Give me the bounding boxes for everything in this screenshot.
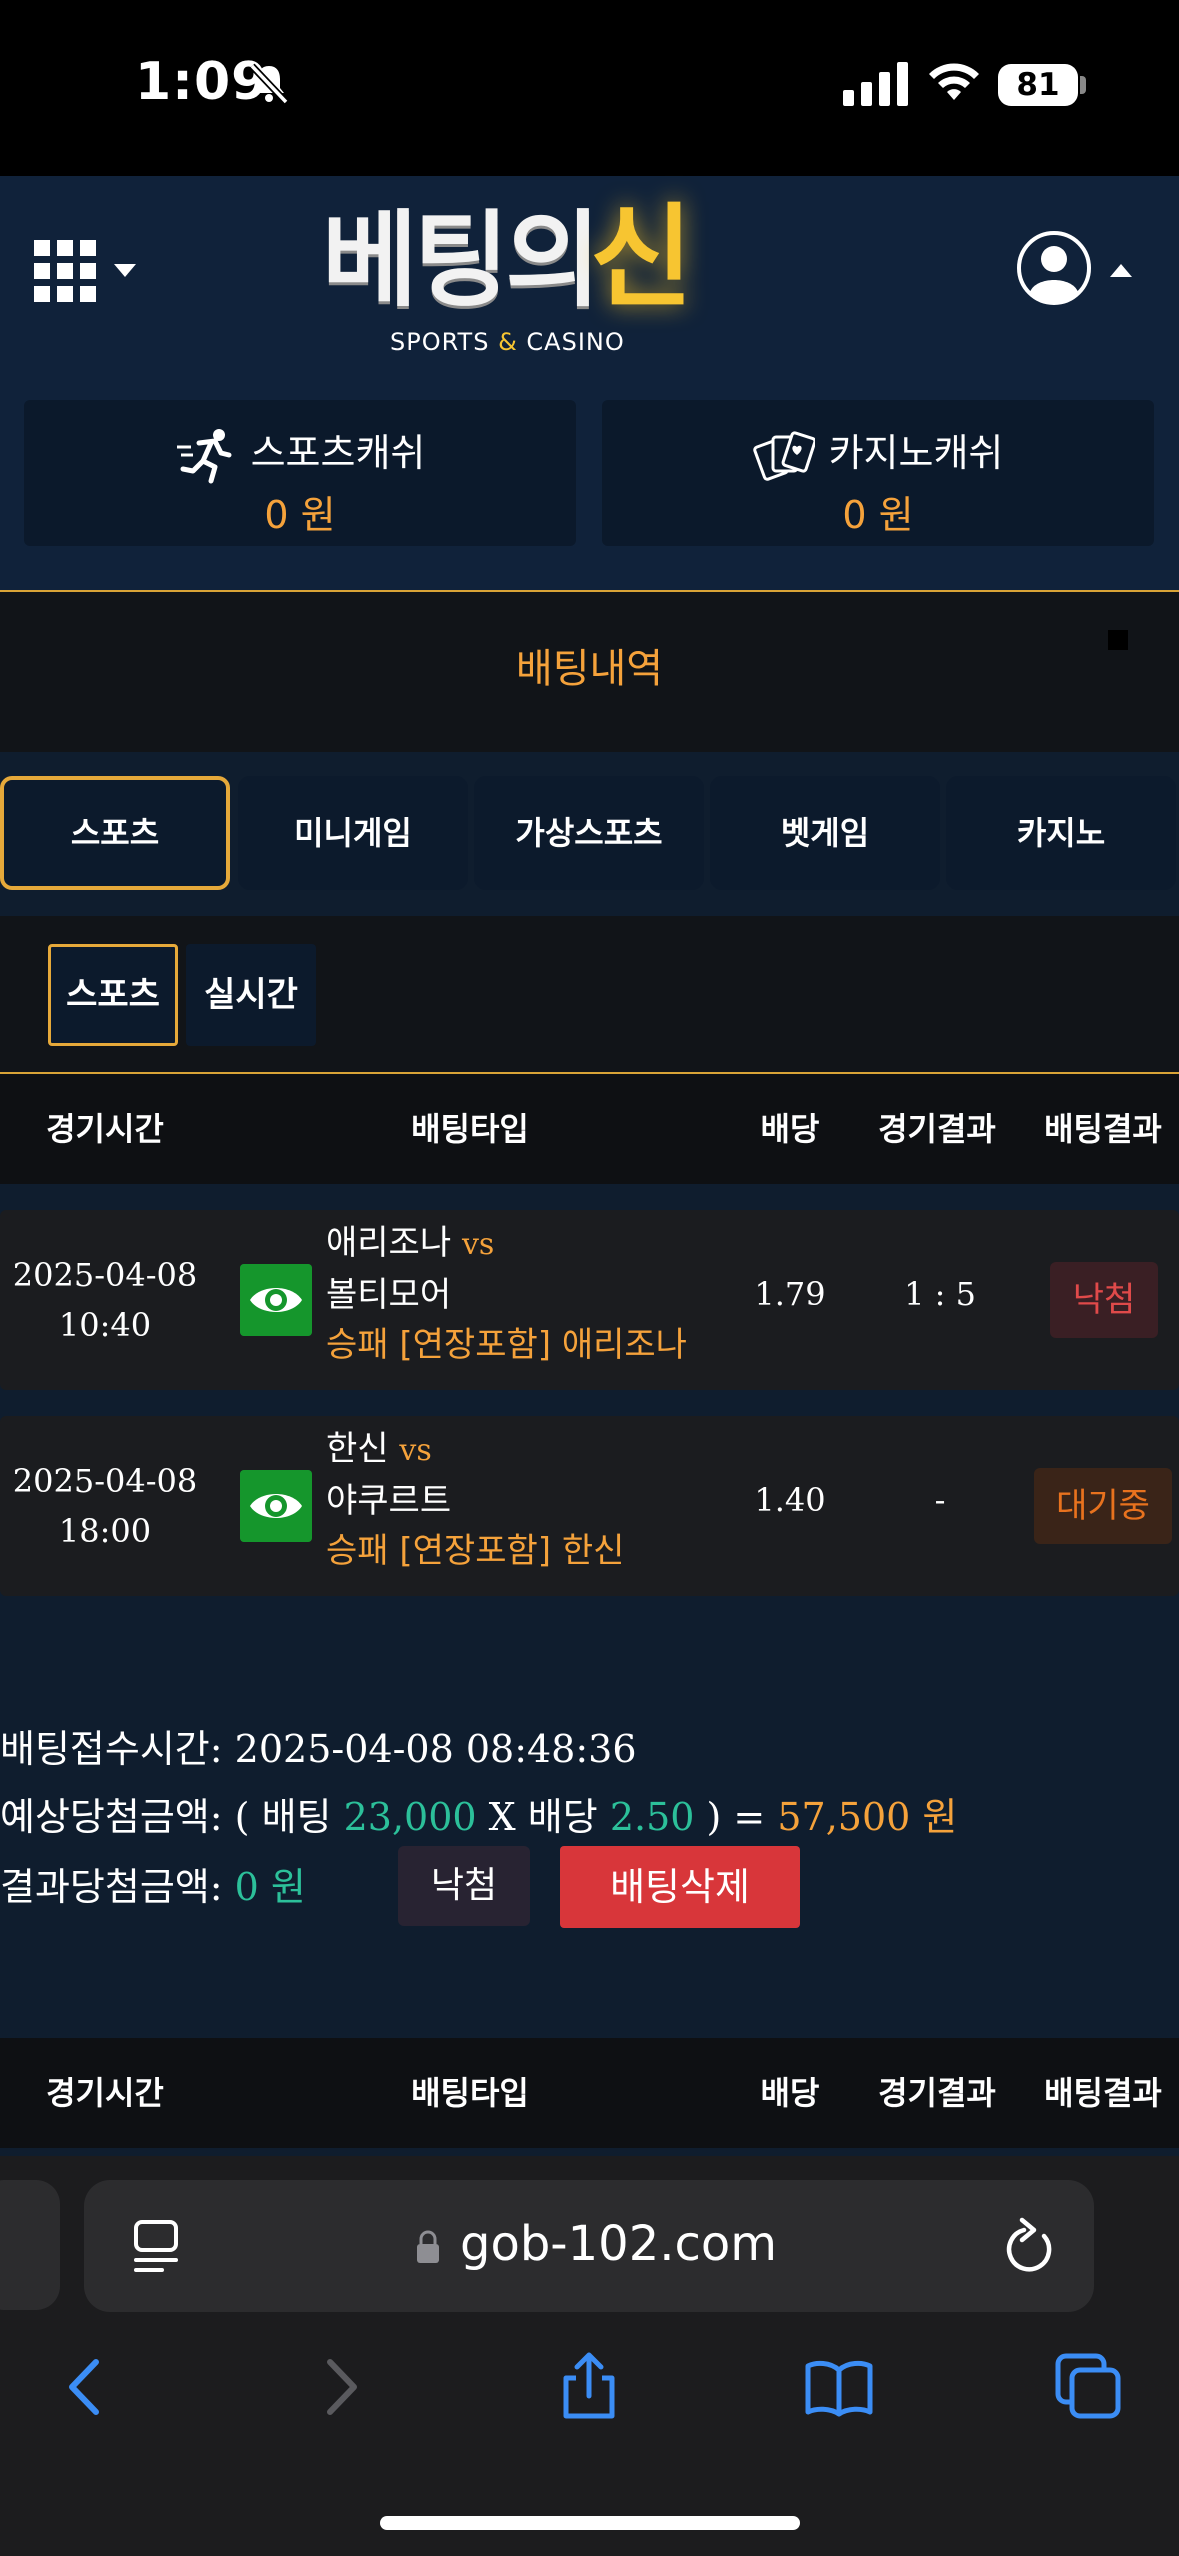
site-logo-accent[interactable]: 신 (590, 202, 693, 314)
odds-value: 1.79 (754, 1275, 826, 1313)
delete-bet-button[interactable]: 배팅삭제 (560, 1846, 800, 1928)
sports-cash-card[interactable]: 스포츠캐쉬 0 원 (24, 400, 576, 546)
battery-tip (1080, 76, 1086, 94)
battery-icon: 81 (998, 64, 1078, 106)
expected-open: ( 배팅 (234, 1795, 332, 1839)
table-header: 경기시간 배팅타입 배당 경기결과 배팅결과 (0, 2038, 1179, 2148)
table-header: 경기시간 배팅타입 배당 경기결과 배팅결과 (0, 1072, 1179, 1184)
table-row: 2025-04-08 10:40 애리조나 vs 볼티모어 승패 [연장포함] … (0, 1210, 1179, 1390)
lock-icon (417, 2230, 439, 2263)
bet-received-time: 배팅접수시간: 2025-04-08 08:48:36 (0, 1718, 637, 1773)
casino-cash-label: 카지노캐쉬 (828, 431, 1004, 475)
match-score: - (934, 1481, 946, 1519)
bet-type: 승패 [연장포함] 애리조나 (326, 1325, 687, 1365)
away-team: 볼티모어 (326, 1275, 452, 1315)
x-odds-label: X 배당 (488, 1795, 598, 1839)
received-value: 2025-04-08 08:48:36 (234, 1727, 637, 1771)
vs-label: vs (399, 1433, 432, 1468)
home-team: 애리조나 (326, 1223, 452, 1263)
col-bet-type: 배팅타입 (411, 2074, 529, 2112)
logo-subtitle: SPORTS & CASINO (390, 328, 625, 356)
col-bet-result: 배팅결과 (1044, 1110, 1162, 1148)
col-match-time: 경기시간 (46, 2074, 164, 2112)
match-date: 2025-04-08 (12, 1462, 198, 1500)
tabs-icon[interactable] (1054, 2352, 1124, 2422)
eye-icon[interactable] (240, 1470, 312, 1542)
reload-icon[interactable] (1000, 2216, 1058, 2276)
match-teams: 한신 vs 야쿠르트 승패 [연장포함] 한신 (326, 1424, 624, 1576)
col-match-result: 경기결과 (878, 2074, 996, 2112)
tab-minigame[interactable]: 미니게임 (238, 776, 468, 890)
reader-mode-icon[interactable] (132, 2218, 184, 2274)
match-time: 18:00 (58, 1512, 152, 1550)
match-score: 1 : 5 (904, 1275, 976, 1313)
logo-sub-casino: CASINO (526, 328, 625, 356)
received-label: 배팅접수시간: (0, 1727, 223, 1771)
match-date: 2025-04-08 (12, 1256, 198, 1294)
sports-cash-amount: 0 원 (264, 493, 336, 537)
match-time: 10:40 (58, 1306, 152, 1344)
home-indicator[interactable] (380, 2516, 800, 2530)
logo-sub-amp: & (498, 328, 518, 356)
casino-cash-card[interactable]: 카지노캐쉬 0 원 (602, 400, 1154, 546)
corner-marker (1108, 630, 1128, 650)
col-bet-type: 배팅타입 (411, 1110, 529, 1148)
previous-tab-preview[interactable] (0, 2180, 60, 2310)
status-badge: 낙첨 (1050, 1262, 1158, 1338)
col-bet-result: 배팅결과 (1044, 2074, 1162, 2112)
col-odds: 배당 (760, 2074, 820, 2112)
subtab-sports[interactable]: 스포츠 (48, 944, 178, 1046)
bet-type: 승패 [연장포함] 한신 (326, 1531, 625, 1571)
match-teams: 애리조나 vs 볼티모어 승패 [연장포함] 애리조나 (326, 1218, 687, 1370)
expected-payout: 57,500 원 (777, 1795, 958, 1839)
vs-label: vs (461, 1227, 495, 1262)
bell-muted-icon (249, 63, 289, 105)
forward-icon[interactable] (304, 2352, 374, 2422)
casino-cash-amount: 0 원 (842, 493, 914, 537)
result-payout-line: 결과당첨금액: 0 원 (0, 1856, 306, 1911)
logo-sub-sports: SPORTS (390, 328, 490, 356)
col-match-time: 경기시간 (46, 1110, 164, 1148)
col-odds: 배당 (760, 1110, 820, 1148)
away-team: 야쿠르트 (326, 1481, 452, 1521)
user-avatar-icon[interactable] (1016, 230, 1092, 306)
result-value: 0 원 (234, 1865, 306, 1909)
tab-virtual-sports[interactable]: 가상스포츠 (474, 776, 704, 890)
playing-cards-icon (752, 430, 815, 481)
result-status-button[interactable]: 낙첨 (398, 1846, 530, 1926)
bookmarks-icon[interactable] (804, 2352, 874, 2422)
page-title: 배팅내역 (515, 646, 664, 692)
subtab-live[interactable]: 실시간 (186, 944, 316, 1046)
site-logo[interactable]: 베팅의 (322, 208, 601, 312)
result-label: 결과당첨금액: (0, 1865, 223, 1909)
tab-betgame[interactable]: 벳게임 (710, 776, 940, 890)
home-team: 한신 (326, 1429, 389, 1469)
back-icon[interactable] (52, 2352, 122, 2422)
expected-close: ) = (706, 1795, 766, 1839)
tab-sports[interactable]: 스포츠 (0, 776, 230, 890)
expected-label: 예상당첨금액: (0, 1795, 223, 1839)
share-icon[interactable] (554, 2352, 624, 2422)
url-text[interactable]: gob-102.com (460, 2216, 777, 2272)
expected-payout-line: 예상당첨금액: ( 배팅 23,000 X 배당 2.50 ) = 57,500… (0, 1786, 957, 1841)
total-odds: 2.50 (609, 1795, 695, 1839)
tab-casino[interactable]: 카지노 (946, 776, 1176, 890)
sports-cash-label: 스포츠캐쉬 (250, 431, 426, 475)
match-datetime: 2025-04-08 18:00 (0, 1456, 210, 1556)
chevron-up-icon[interactable] (1110, 264, 1132, 277)
match-datetime: 2025-04-08 10:40 (0, 1250, 210, 1350)
grid-menu-icon[interactable] (34, 240, 96, 302)
wifi-icon (929, 63, 979, 100)
cellular-signal-icon (843, 62, 908, 106)
col-match-result: 경기결과 (878, 1110, 996, 1148)
odds-value: 1.40 (754, 1481, 826, 1519)
running-icon (176, 428, 232, 483)
chevron-down-icon[interactable] (114, 264, 136, 277)
eye-icon[interactable] (240, 1264, 312, 1336)
table-row: 2025-04-08 18:00 한신 vs 야쿠르트 승패 [연장포함] 한신… (0, 1416, 1179, 1596)
stake-amount: 23,000 (343, 1795, 477, 1839)
status-badge: 대기중 (1034, 1468, 1172, 1544)
